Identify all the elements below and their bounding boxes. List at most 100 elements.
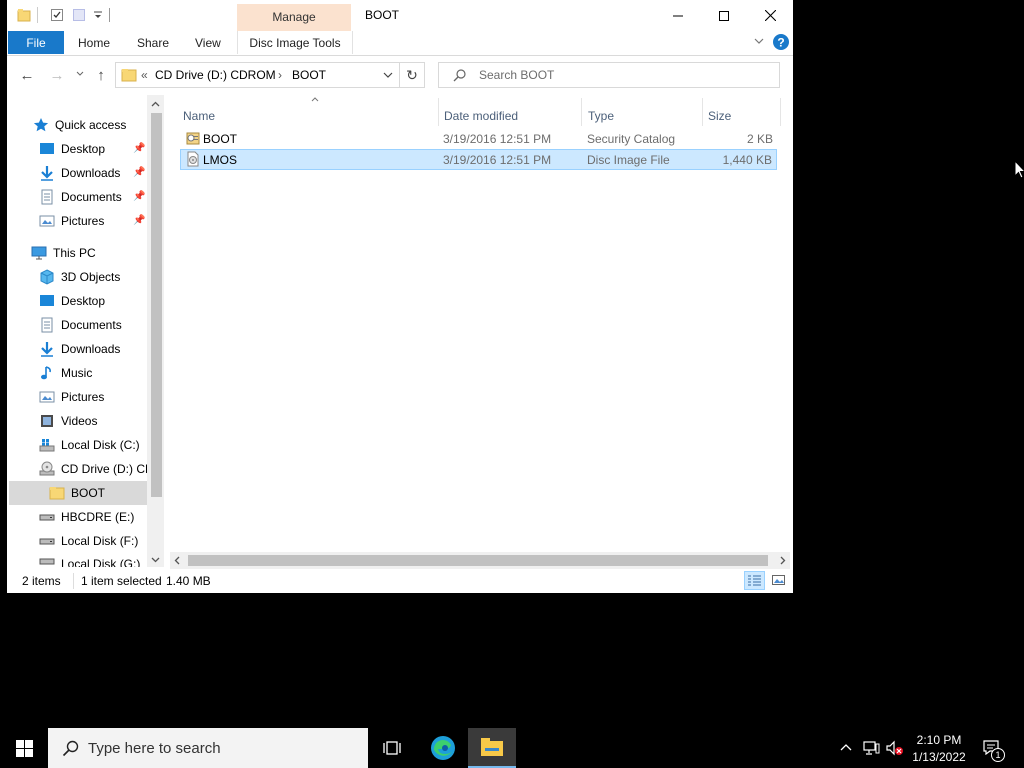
large-icons-view-icon xyxy=(772,575,785,585)
details-view-button[interactable] xyxy=(744,571,765,590)
manage-tab[interactable]: Manage xyxy=(237,10,351,24)
horizontal-scrollbar-thumb[interactable] xyxy=(188,555,768,566)
scroll-left-icon[interactable] xyxy=(174,556,180,565)
qa-divider xyxy=(37,7,38,23)
pin-icon[interactable]: 📌 xyxy=(133,191,145,202)
folder-icon[interactable] xyxy=(17,8,31,22)
taskbar-search-box[interactable]: Type here to search xyxy=(48,728,368,768)
details-view-icon xyxy=(748,575,761,586)
back-arrow-icon: ← xyxy=(19,66,35,84)
drive-icon xyxy=(39,538,55,545)
status-bar: 2 items 1 item selected 1.40 MB xyxy=(7,569,793,593)
close-button[interactable] xyxy=(747,0,793,31)
column-date-modified[interactable]: Date modified xyxy=(444,109,518,123)
status-divider xyxy=(73,573,74,589)
network-icon[interactable] xyxy=(862,740,880,756)
nav-documents-quick-label: Documents xyxy=(61,190,122,204)
drive-icon xyxy=(39,558,55,565)
windows-drive-icon xyxy=(39,439,55,452)
column-divider[interactable] xyxy=(581,98,582,126)
new-folder-icon[interactable] xyxy=(72,8,86,22)
tab-home[interactable]: Home xyxy=(78,36,110,50)
column-divider[interactable] xyxy=(438,98,439,126)
start-button[interactable] xyxy=(0,728,48,768)
music-icon xyxy=(41,366,51,380)
expand-ribbon-icon[interactable] xyxy=(754,38,764,46)
properties-icon[interactable] xyxy=(50,8,64,22)
cube-icon xyxy=(40,269,54,285)
task-view-button[interactable] xyxy=(368,728,416,768)
star-icon xyxy=(33,118,49,132)
clock-time[interactable]: 2:10 PM xyxy=(900,733,978,747)
pin-icon[interactable]: 📌 xyxy=(133,143,145,154)
breadcrumb-boot[interactable]: BOOT xyxy=(292,68,326,82)
tab-disc-image-tools[interactable]: Disc Image Tools xyxy=(237,31,353,54)
nav-scrollbar-thumb[interactable] xyxy=(151,113,162,497)
scroll-right-icon[interactable] xyxy=(780,556,786,565)
edge-taskbar-button[interactable] xyxy=(419,728,467,768)
breadcrumb-cd-drive[interactable]: CD Drive (D:) CDROM xyxy=(155,68,276,82)
up-arrow-icon: ↑ xyxy=(97,66,105,84)
taskbar: Type here to search 2:10 PM 1/13/2022 1 xyxy=(0,728,1024,768)
nav-cd-drive-d[interactable]: CD Drive (D:) CDROM xyxy=(7,457,147,481)
column-size[interactable]: Size xyxy=(708,109,731,123)
refresh-icon: ↻ xyxy=(406,66,418,83)
address-bar[interactable]: « CD Drive (D:) CDROM › BOOT xyxy=(115,62,400,88)
scroll-up-icon[interactable] xyxy=(151,101,160,107)
recent-locations-icon[interactable] xyxy=(76,71,84,77)
nav-this-pc-label: This PC xyxy=(53,246,96,260)
address-overflow[interactable]: « xyxy=(141,68,148,82)
mouse-cursor-icon xyxy=(1014,160,1024,179)
nav-3d-objects-label: 3D Objects xyxy=(61,270,121,284)
horizontal-scrollbar[interactable] xyxy=(170,552,790,569)
folder-icon xyxy=(121,69,137,82)
nav-hbcdre-e-label: HBCDRE (E:) xyxy=(61,510,135,524)
column-divider[interactable] xyxy=(702,98,703,126)
tab-disc-image-tools-label: Disc Image Tools xyxy=(249,36,341,50)
file-date: 3/19/2016 12:51 PM xyxy=(443,132,552,146)
forward-button[interactable]: → xyxy=(47,64,67,86)
title-bar: Manage BOOT xyxy=(7,0,793,31)
pictures-icon xyxy=(39,391,55,403)
tab-share[interactable]: Share xyxy=(137,36,169,50)
large-icons-view-button[interactable] xyxy=(768,571,789,590)
pin-icon[interactable]: 📌 xyxy=(133,167,145,178)
refresh-button[interactable]: ↻ xyxy=(400,62,425,88)
nav-local-disk-f-label: Local Disk (F:) xyxy=(61,534,139,548)
up-button[interactable]: ↑ xyxy=(91,64,111,86)
back-button[interactable]: ← xyxy=(17,64,37,86)
help-icon[interactable]: ? xyxy=(773,34,789,50)
search-icon xyxy=(62,740,79,757)
search-box[interactable]: Search BOOT xyxy=(438,62,780,88)
scroll-down-icon[interactable] xyxy=(151,557,160,563)
column-name[interactable]: Name xyxy=(183,109,215,123)
nav-boot-folder[interactable]: BOOT xyxy=(9,481,147,505)
search-input[interactable]: Search BOOT xyxy=(479,68,554,82)
column-divider[interactable] xyxy=(780,98,781,126)
file-explorer-taskbar-button[interactable] xyxy=(468,728,516,768)
folder-icon xyxy=(49,487,65,500)
cd-drive-icon xyxy=(39,461,55,476)
address-dropdown-icon[interactable] xyxy=(383,72,393,79)
sort-ascending-icon xyxy=(311,97,319,102)
maximize-button[interactable] xyxy=(701,0,747,31)
forward-arrow-icon: → xyxy=(49,66,65,84)
minimize-button[interactable] xyxy=(655,0,701,31)
documents-icon xyxy=(41,317,53,333)
customize-qa-icon[interactable] xyxy=(93,11,103,21)
disc-image-icon xyxy=(187,151,199,167)
clock-date[interactable]: 1/13/2022 xyxy=(900,750,978,764)
desktop-icon xyxy=(40,295,54,306)
column-type[interactable]: Type xyxy=(588,109,614,123)
show-hidden-icons-icon[interactable] xyxy=(840,743,852,751)
taskbar-search-input[interactable]: Type here to search xyxy=(88,740,221,757)
tab-view[interactable]: View xyxy=(195,36,221,50)
pin-icon[interactable]: 📌 xyxy=(133,215,145,226)
action-center-button[interactable]: 1 xyxy=(978,728,1024,768)
breadcrumb-separator: › xyxy=(278,68,282,82)
desktop-icon xyxy=(40,143,54,154)
table-row[interactable]: BOOT 3/19/2016 12:51 PM Security Catalog… xyxy=(180,128,777,149)
tab-file[interactable]: File xyxy=(8,31,64,54)
table-row-selected[interactable]: LMOS 3/19/2016 12:51 PM Disc Image File … xyxy=(180,149,777,170)
nav-videos-label: Videos xyxy=(61,414,98,428)
